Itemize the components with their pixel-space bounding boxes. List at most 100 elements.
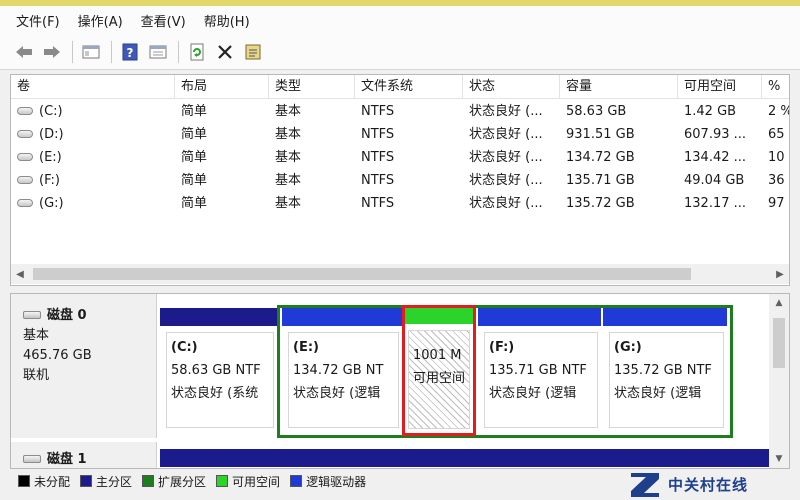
cell-layout: 简单 [181, 104, 208, 119]
partition-status: 状态良好 (逻辑 [489, 386, 577, 401]
legend-swatch [80, 475, 93, 487]
disk-0-label[interactable]: 磁盘 0 基本 465.76 GB 联机 [11, 294, 157, 438]
drive-icon [17, 129, 33, 138]
disk-name: 磁盘 0 [47, 308, 87, 323]
cell-volume: (F:) [11, 169, 175, 192]
table-row[interactable]: (G:) 简单 基本 NTFS 状态良好 (... 135.72 GB 132.… [11, 192, 789, 215]
cell-layout: 简单 [181, 150, 208, 165]
table-row[interactable]: (D:) 简单 基本 NTFS 状态良好 (... 931.51 GB 607.… [11, 123, 789, 146]
cell-filesystem: NTFS [361, 104, 395, 119]
cell-percent-free: 2 % [768, 104, 789, 119]
watermark-logo-icon [631, 473, 659, 497]
drive-icon [17, 198, 33, 207]
disk-map-pane: 磁盘 0 基本 465.76 GB 联机 (C:) 58.63 GB NTF 状… [10, 293, 790, 469]
partition-size: 1001 M [413, 348, 462, 363]
column-header-layout[interactable]: 布局 [175, 75, 269, 99]
volume-name: (D:) [39, 127, 64, 142]
scrollbar-thumb[interactable] [773, 318, 785, 368]
free-space-segment[interactable]: 1001 M 可用空间 [402, 305, 476, 436]
partition-label [413, 334, 469, 344]
partition-body: (C:) 58.63 GB NTF 状态良好 (系统 [166, 332, 274, 428]
forward-arrow-icon[interactable] [40, 40, 64, 64]
cell-layout: 简单 [181, 173, 208, 188]
legend-label: 可用空间 [232, 474, 281, 489]
partition-g[interactable]: (G:) 135.72 GB NTF 状态良好 (逻辑 [603, 308, 727, 434]
volume-name: (F:) [39, 173, 60, 188]
cell-percent-free: 65 [768, 127, 785, 142]
cell-type: 基本 [275, 150, 302, 165]
legend-label: 主分区 [96, 474, 133, 489]
disk-size: 465.76 GB [23, 348, 92, 363]
vertical-scrollbar[interactable]: ▲ ▼ [769, 294, 789, 468]
cell-type: 基本 [275, 196, 302, 211]
menu-help[interactable]: 帮助(H) [196, 8, 258, 33]
legend-item-primary: 主分区 [80, 473, 132, 490]
delete-icon[interactable] [213, 40, 237, 64]
cell-capacity: 58.63 GB [566, 104, 627, 119]
partition-label: (E:) [293, 340, 319, 355]
table-row[interactable]: (F:) 简单 基本 NTFS 状态良好 (... 135.71 GB 49.0… [11, 169, 789, 192]
legend-label: 未分配 [34, 474, 71, 489]
menu-bar: 文件(F) 操作(A) 查看(V) 帮助(H) [0, 6, 800, 34]
column-header-percent-free[interactable]: % [762, 75, 789, 99]
help-icon[interactable]: ? [118, 40, 142, 64]
partition-label: (C:) [171, 340, 198, 355]
column-header-type[interactable]: 类型 [269, 75, 355, 99]
toolbar: ? [0, 34, 800, 70]
legend-item-extended: 扩展分区 [142, 473, 206, 490]
partition-e[interactable]: (E:) 134.72 GB NT 状态良好 (逻辑 [282, 308, 402, 434]
partition-body: (F:) 135.71 GB NTF 状态良好 (逻辑 [484, 332, 598, 428]
disk-1-partition-bar[interactable] [160, 449, 769, 467]
cell-volume: (G:) [11, 192, 175, 215]
partition-status: 状态良好 (系统 [171, 386, 259, 401]
properties-icon[interactable] [146, 40, 170, 64]
column-header: 卷 布局 类型 文件系统 状态 容量 可用空间 % [11, 75, 789, 99]
cell-capacity: 134.72 GB [566, 150, 635, 165]
column-header-volume[interactable]: 卷 [11, 75, 175, 99]
column-header-filesystem[interactable]: 文件系统 [355, 75, 463, 99]
drive-icon [17, 152, 33, 161]
partition-status: 可用空间 [413, 371, 466, 386]
menu-file[interactable]: 文件(F) [8, 8, 68, 33]
horizontal-scrollbar[interactable]: ◀ ▶ [11, 264, 789, 284]
scrollbar-thumb[interactable] [33, 268, 691, 280]
disk-name: 磁盘 1 [47, 452, 87, 467]
disk-1-label[interactable]: 磁盘 1 [11, 442, 157, 468]
svg-text:?: ? [127, 46, 134, 60]
cell-filesystem: NTFS [361, 127, 395, 142]
partition-bar-free [405, 308, 473, 324]
cell-percent-free: 36 [768, 173, 785, 188]
refresh-icon[interactable] [185, 40, 209, 64]
scroll-right-icon[interactable]: ▶ [771, 264, 789, 284]
back-arrow-icon[interactable] [12, 40, 36, 64]
cell-volume: (E:) [11, 146, 175, 169]
scroll-up-icon[interactable]: ▲ [769, 294, 789, 312]
cell-filesystem: NTFS [361, 150, 395, 165]
table-row[interactable]: (E:) 简单 基本 NTFS 状态良好 (... 134.72 GB 134.… [11, 146, 789, 169]
column-header-status[interactable]: 状态 [463, 75, 560, 99]
legend-label: 逻辑驱动器 [306, 474, 367, 489]
partition-label: (F:) [489, 340, 515, 355]
partition-body: 1001 M 可用空间 [408, 330, 470, 429]
cell-free-space: 132.17 ... [684, 196, 747, 211]
partition-f[interactable]: (F:) 135.71 GB NTF 状态良好 (逻辑 [478, 308, 601, 434]
cell-percent-free: 10 [768, 150, 785, 165]
column-header-capacity[interactable]: 容量 [560, 75, 678, 99]
menu-action[interactable]: 操作(A) [70, 8, 131, 33]
cell-capacity: 135.72 GB [566, 196, 635, 211]
cell-free-space: 607.93 ... [684, 127, 747, 142]
console-tree-icon[interactable] [79, 40, 103, 64]
legend-swatch [18, 475, 30, 487]
partition-size: 135.72 GB NTF [614, 363, 712, 378]
column-header-free-space[interactable]: 可用空间 [678, 75, 762, 99]
cell-status: 状态良好 (... [469, 127, 543, 142]
scroll-left-icon[interactable]: ◀ [11, 264, 29, 284]
checklist-icon[interactable] [241, 40, 265, 64]
menu-view[interactable]: 查看(V) [133, 8, 194, 33]
partition-c[interactable]: (C:) 58.63 GB NTF 状态良好 (系统 [160, 308, 277, 434]
scroll-down-icon[interactable]: ▼ [769, 450, 789, 468]
partition-body: (G:) 135.72 GB NTF 状态良好 (逻辑 [609, 332, 724, 428]
volume-name: (E:) [39, 150, 62, 165]
table-row[interactable]: (C:) 简单 基本 NTFS 状态良好 (... 58.63 GB 1.42 … [11, 100, 789, 123]
partition-bar-logical [603, 308, 727, 326]
